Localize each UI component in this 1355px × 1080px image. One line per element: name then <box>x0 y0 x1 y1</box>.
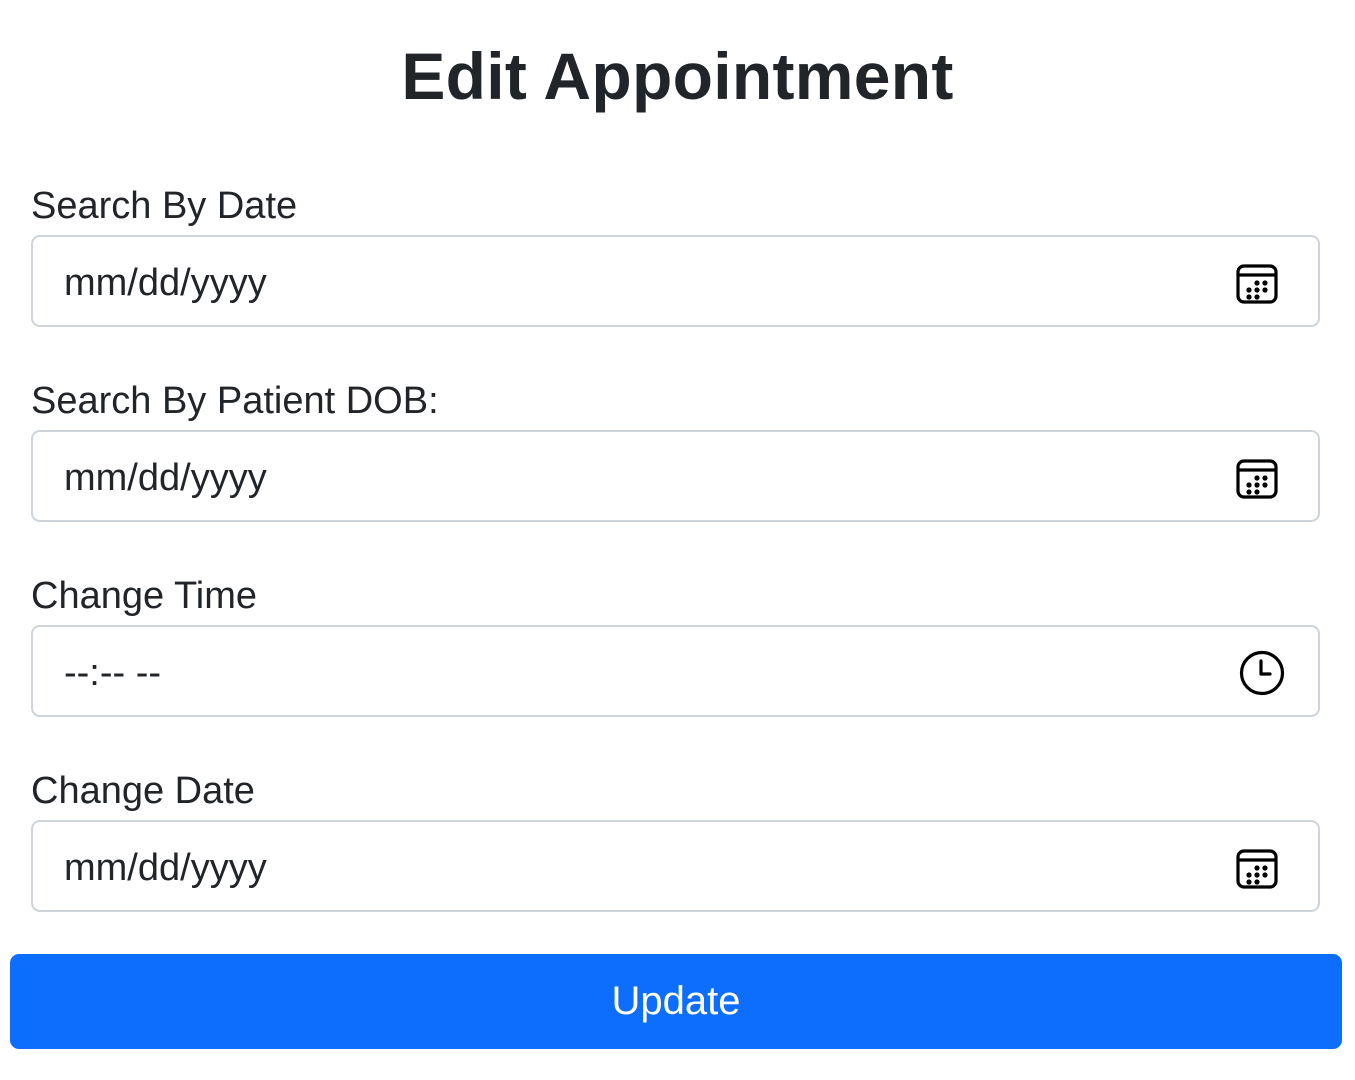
search-by-date-input[interactable]: mm/dd/yyyy <box>31 235 1320 327</box>
calendar-icon[interactable] <box>1234 845 1280 891</box>
update-button[interactable]: Update <box>10 954 1342 1049</box>
page-title: Edit Appointment <box>401 39 954 113</box>
change-time-label: Change Time <box>31 575 258 617</box>
search-by-patient-dob-input[interactable]: mm/dd/yyyy <box>31 430 1320 522</box>
search-by-patient-dob-label: Search By Patient DOB: <box>31 380 439 422</box>
clock-icon[interactable] <box>1239 650 1285 696</box>
change-date-label: Change Date <box>31 770 255 812</box>
calendar-icon[interactable] <box>1234 260 1280 306</box>
search-by-date-value: mm/dd/yyyy <box>64 262 267 304</box>
search-by-date-label: Search By Date <box>31 185 298 227</box>
change-date-input[interactable]: mm/dd/yyyy <box>31 820 1320 912</box>
calendar-icon[interactable] <box>1234 455 1280 501</box>
change-time-value: --:-- -- <box>64 652 162 694</box>
change-date-value: mm/dd/yyyy <box>64 847 267 889</box>
change-time-input[interactable]: --:-- -- <box>31 625 1320 717</box>
search-by-patient-dob-value: mm/dd/yyyy <box>64 457 267 499</box>
edit-appointment-page: Edit Appointment Search By Date mm/dd/yy… <box>0 0 1355 1080</box>
